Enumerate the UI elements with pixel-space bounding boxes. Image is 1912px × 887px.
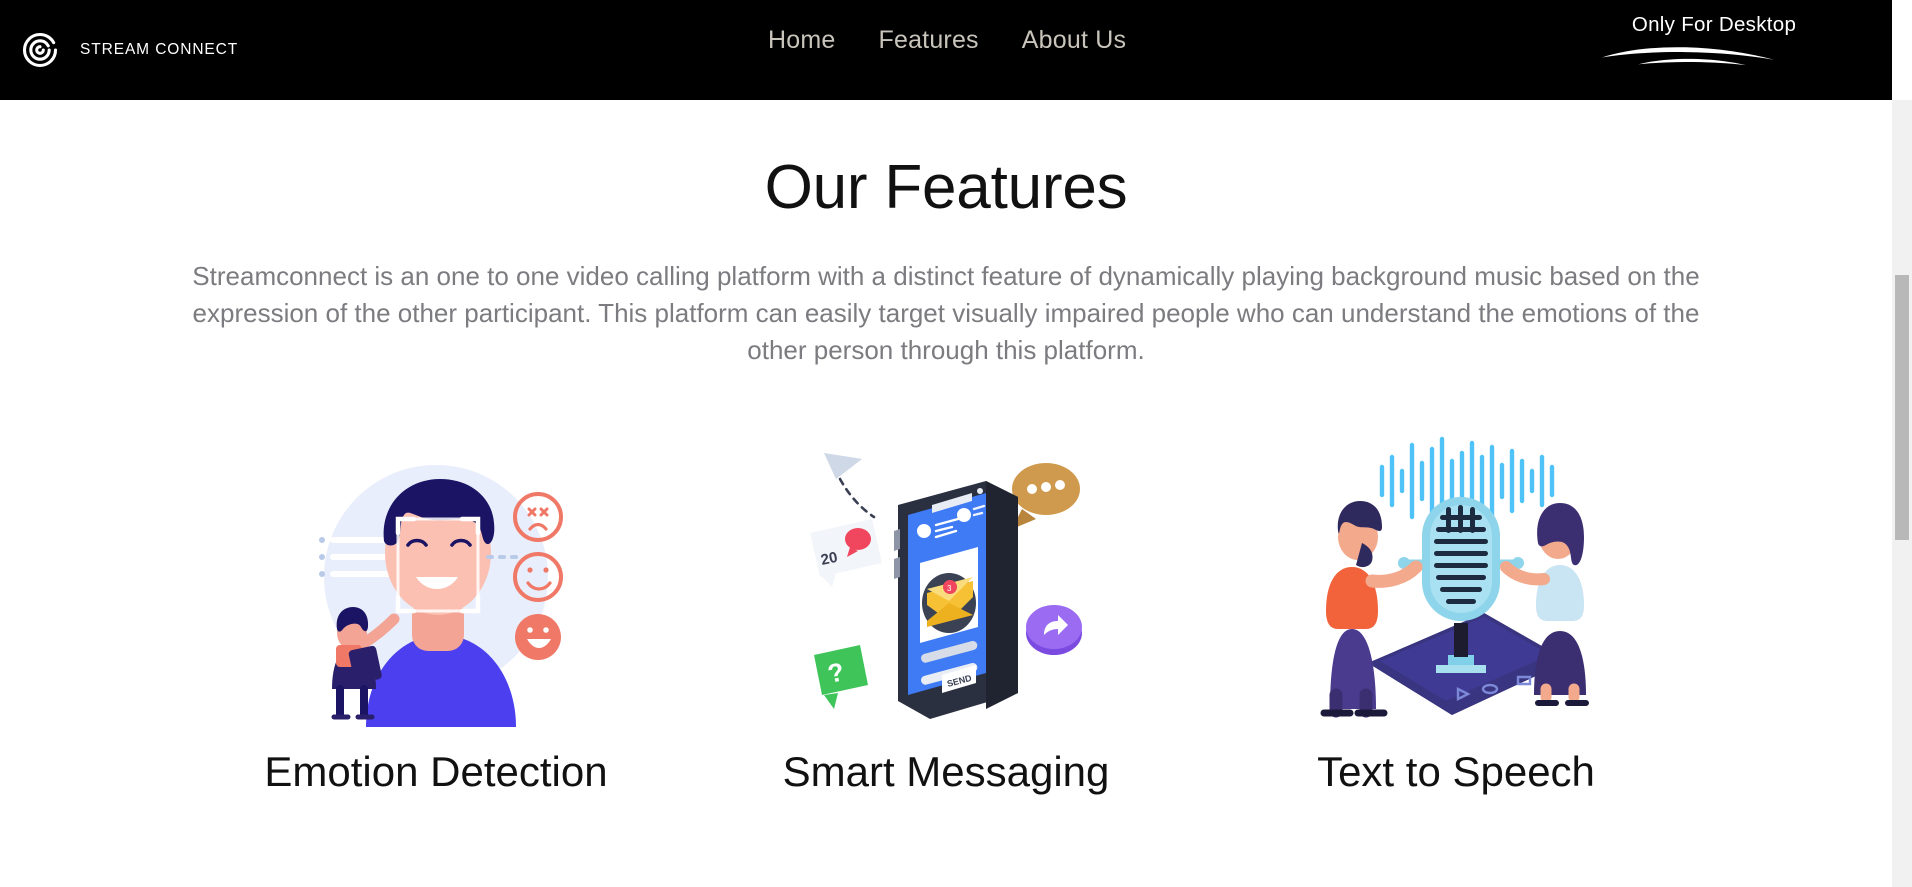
page-title: Our Features — [764, 153, 1128, 222]
brand-logo-link[interactable]: STREAM CONNECT — [14, 24, 238, 76]
feature-card-title: Text to Speech — [1317, 748, 1595, 796]
brand-name: STREAM CONNECT — [80, 41, 239, 58]
svg-text:3: 3 — [947, 584, 952, 593]
desktop-only-notice: Only For Desktop — [1598, 13, 1830, 67]
badge-count-label: 20 — [819, 549, 839, 569]
feature-card-title: Emotion Detection — [264, 748, 608, 796]
feature-card-emotion-detection[interactable]: Emotion Detection — [226, 427, 646, 797]
features-description: Streamconnect is an one to one video cal… — [192, 261, 1700, 366]
scrollbar-thumb[interactable] — [1895, 275, 1909, 540]
page-root: STREAM CONNECT Home Features About Us On… — [0, 0, 1912, 887]
top-navbar: STREAM CONNECT Home Features About Us On… — [0, 0, 1892, 100]
smart-messaging-illustration: 20 ? 3 SEND — [796, 427, 1096, 727]
nav-item-about-us[interactable]: About Us — [1022, 26, 1126, 55]
desktop-only-notice-label: Only For Desktop — [1631, 13, 1797, 36]
feature-card-list: Emotion Detection 20 ? 3 SEND Smart Mess… — [0, 427, 1892, 797]
feature-card-title: Smart Messaging — [782, 748, 1110, 796]
feature-card-text-to-speech[interactable]: Text to Speech — [1246, 427, 1666, 797]
primary-nav: Home Features About Us — [768, 26, 1126, 55]
text-to-speech-illustration — [1306, 427, 1606, 727]
emotion-detection-illustration — [286, 427, 586, 728]
spiral-logo-icon — [14, 24, 66, 76]
scrollbar-top-spacer — [1892, 0, 1912, 100]
brush-stroke-underline-icon — [1598, 41, 1830, 67]
nav-item-features[interactable]: Features — [879, 26, 979, 55]
feature-card-smart-messaging[interactable]: 20 ? 3 SEND Smart Messaging — [736, 427, 1156, 797]
features-section: Our Features Streamconnect is an one to … — [0, 100, 1892, 797]
vertical-scrollbar[interactable] — [1892, 0, 1912, 887]
nav-item-home[interactable]: Home — [768, 26, 836, 55]
